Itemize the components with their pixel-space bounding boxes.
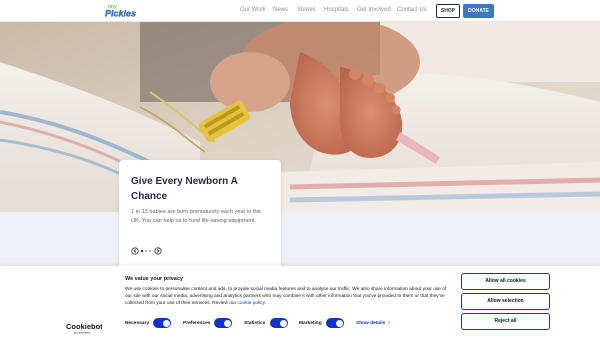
toggle-statistics[interactable] — [270, 318, 288, 328]
svg-text:by Usercentrics: by Usercentrics — [74, 332, 91, 335]
toggle-label-marketing: Marketing — [299, 321, 322, 326]
cookie-policy-link[interactable]: cookie policy — [238, 301, 265, 306]
site-header: tiny Pickles Our Work News Stories Hospi… — [0, 0, 600, 22]
carousel-next-icon[interactable] — [154, 247, 162, 255]
hero-description: 1 in 13 babies are born prematurely each… — [131, 209, 261, 224]
carousel-dot-active[interactable] — [140, 249, 144, 253]
nav-hospitals[interactable]: Hospitals — [324, 7, 349, 13]
carousel-dot[interactable] — [148, 249, 152, 253]
cookie-description: We use cookies to personalise content an… — [125, 286, 447, 308]
tiny-pickles-logo[interactable]: tiny Pickles — [104, 2, 142, 18]
nav-news[interactable]: News — [273, 7, 288, 13]
cookiebot-logo: Cookiebot by Usercentrics — [66, 322, 102, 335]
svg-text:Pickles: Pickles — [105, 9, 136, 19]
carousel-controls — [131, 247, 162, 255]
toggle-label-preferences: Preferences — [183, 321, 211, 326]
toggle-preferences[interactable] — [214, 318, 232, 328]
nav-contact-us[interactable]: Contact Us — [397, 7, 427, 13]
allow-selection-button[interactable]: Allow selection — [461, 293, 550, 310]
carousel-dot[interactable] — [144, 249, 148, 253]
cookie-title: We value your privacy — [125, 276, 183, 282]
nav-stories[interactable]: Stories — [297, 7, 316, 13]
cookie-description-suffix: . — [264, 301, 266, 307]
chevron-right-icon[interactable]: › — [388, 320, 390, 326]
allow-all-cookies-button[interactable]: Allow all cookies — [461, 273, 550, 290]
shop-button[interactable]: SHOP — [436, 4, 460, 18]
toggle-label-statistics: Statistics — [244, 321, 266, 326]
cookie-description-text: We use cookies to personalise content an… — [125, 287, 447, 307]
donate-button[interactable]: DONATE — [463, 4, 494, 18]
show-details-link[interactable]: Show details — [356, 321, 385, 326]
hero-image — [0, 22, 600, 212]
nav-get-involved[interactable]: Get Involved — [357, 7, 391, 13]
toggle-marketing[interactable] — [326, 318, 344, 328]
svg-text:Cookiebot: Cookiebot — [66, 322, 102, 331]
nav-our-work[interactable]: Our Work — [240, 7, 266, 13]
hero-card: Give Every Newborn A Chance 1 in 13 babi… — [119, 160, 281, 272]
hero-title: Give Every Newborn A Chance — [131, 176, 238, 202]
cookie-banner: Cookiebot by Usercentrics We value your … — [0, 266, 600, 338]
reject-all-button[interactable]: Reject all — [461, 313, 550, 330]
toggle-label-necessary: Necessary — [125, 321, 150, 326]
carousel-prev-icon[interactable] — [131, 247, 139, 255]
toggle-necessary[interactable] — [153, 318, 171, 328]
